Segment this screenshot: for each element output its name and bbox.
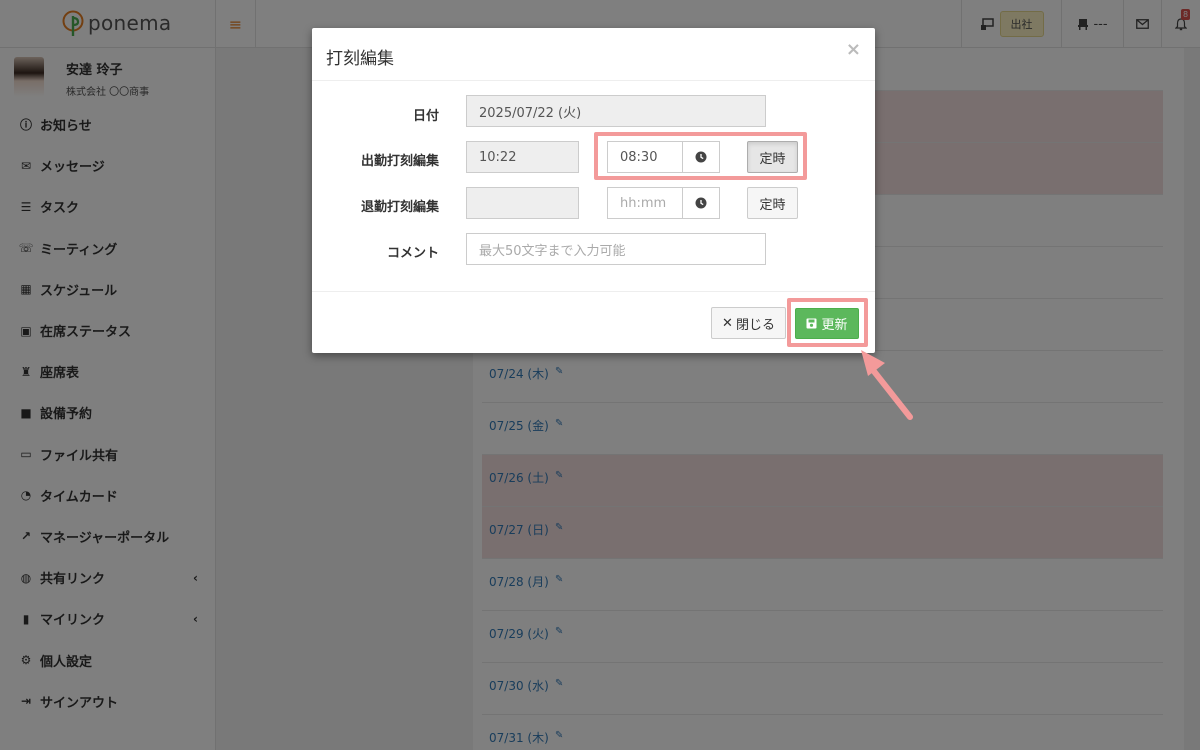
comment-label: コメント — [386, 246, 439, 261]
close-button-label: 閉じる — [735, 317, 775, 333]
pointer-arrow-icon — [861, 350, 913, 420]
close-button[interactable]: ✕ 閉じる — [711, 307, 786, 339]
clock-in-recorded-field: 10:22 — [466, 141, 579, 173]
comment-input[interactable]: 最大50文字まで入力可能 — [466, 233, 766, 265]
clock-in-label: 出勤打刻編集 — [360, 154, 439, 169]
clock-out-fixed-time-button[interactable]: 定時 — [747, 187, 798, 219]
close-icon[interactable]: × — [846, 39, 861, 60]
update-highlight-box — [787, 298, 868, 347]
modal-header: 打刻編集 × — [312, 28, 875, 81]
modal-title: 打刻編集 — [326, 49, 394, 69]
clock-out-label: 退勤打刻編集 — [360, 200, 439, 215]
date-label: 日付 — [412, 109, 439, 124]
clock-out-recorded-field — [466, 187, 579, 219]
date-field: 2025/07/22 (火) — [466, 95, 766, 127]
clock-in-highlight-box — [594, 132, 807, 180]
clock-out-picker-button[interactable] — [682, 187, 720, 219]
clock-out-time-input[interactable]: hh:mm — [607, 187, 683, 219]
modal-footer-divider — [312, 291, 875, 292]
close-icon: ✕ — [722, 315, 733, 331]
clock-icon — [695, 197, 707, 209]
